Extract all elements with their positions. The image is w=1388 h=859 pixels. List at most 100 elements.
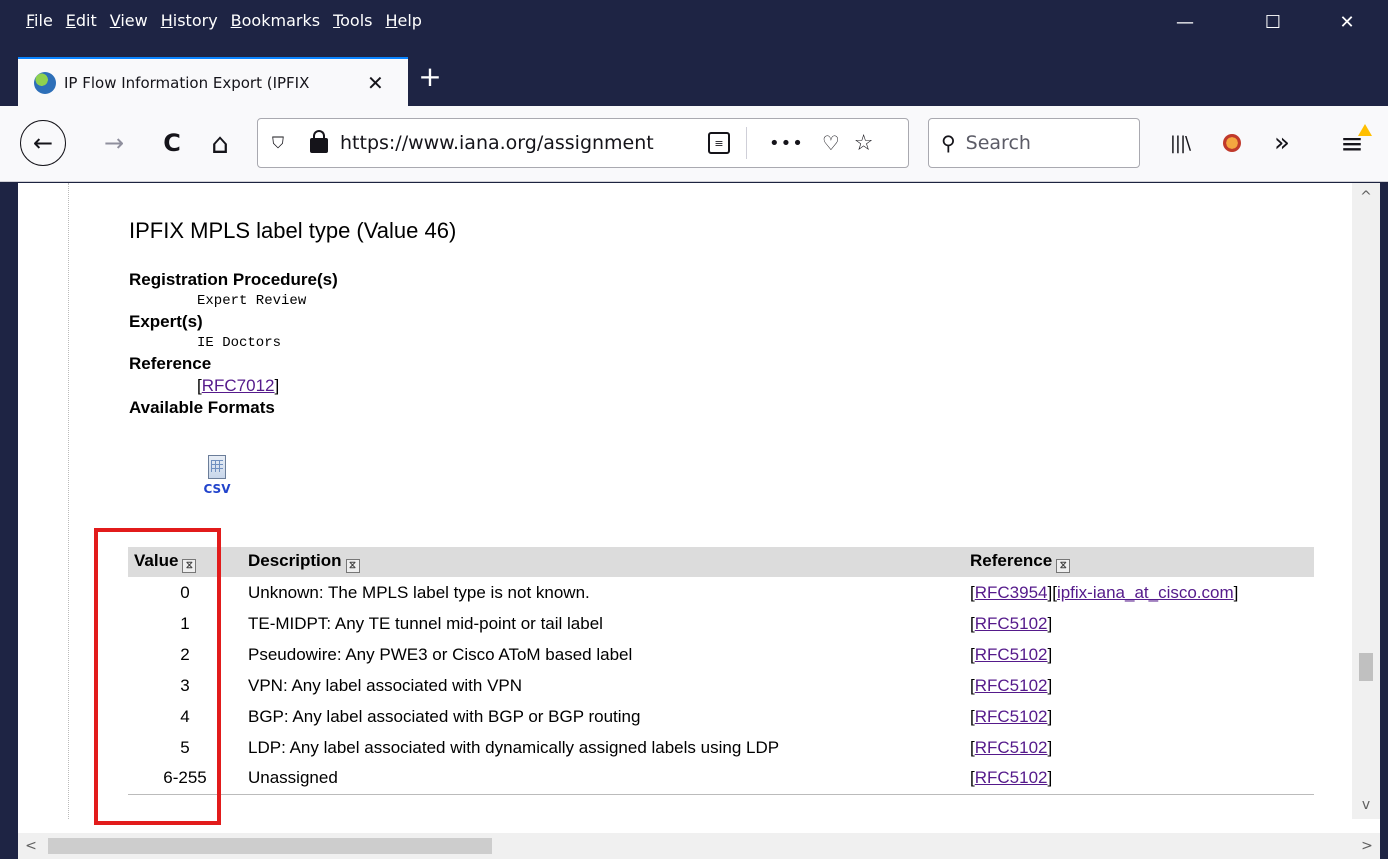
rfc-link[interactable]: RFC5102 [975, 614, 1048, 633]
menu-list: File Edit View History Bookmarks Tools H… [26, 11, 435, 30]
description-cell: VPN: Any label associated with VPN [248, 675, 523, 695]
sort-icon[interactable]: ⧖ [345, 559, 360, 573]
formats-label: Available Formats [129, 398, 275, 417]
urlbar-separator [746, 127, 747, 159]
search-placeholder: Search [965, 132, 1031, 154]
sort-icon[interactable]: ⧖ [1056, 559, 1071, 573]
bookmark-star-icon[interactable]: ☆ [854, 131, 874, 156]
experts-value: IE Doctors [197, 335, 282, 351]
contact-link[interactable]: ipfix-iana_at_cisco.com [1057, 583, 1234, 602]
reader-view-icon[interactable]: ≡ [708, 132, 730, 154]
table-row: 3 VPN: Any label associated with VPN [RF… [128, 670, 1314, 701]
table-row: 2 Pseudowire: Any PWE3 or Cisco AToM bas… [128, 639, 1314, 670]
hamburger-menu-icon[interactable]: ≡ [1330, 120, 1374, 166]
menu-file[interactable]: File [26, 11, 53, 30]
description-cell: TE-MIDPT: Any TE tunnel mid-point or tai… [248, 613, 603, 633]
reload-button[interactable]: C [152, 120, 192, 166]
reference-cell: [RFC5102] [970, 737, 1053, 757]
warning-badge-icon [1358, 124, 1372, 136]
tab-active[interactable]: IP Flow Information Export (IPFIX ✕ [18, 57, 408, 106]
rfc-link[interactable]: RFC5102 [975, 768, 1048, 787]
rfc-link[interactable]: RFC5102 [975, 738, 1048, 757]
experts-label: Expert(s) [129, 312, 203, 331]
value-column-highlight-box [94, 528, 221, 825]
menu-history[interactable]: History [161, 11, 218, 30]
spreadsheet-icon [208, 455, 226, 479]
scroll-left-icon[interactable]: < [18, 833, 44, 859]
reference-cell: [RFC5102] [970, 675, 1053, 695]
vertical-scroll-thumb[interactable] [1359, 653, 1373, 681]
forward-button[interactable]: → [94, 120, 134, 166]
table-row: 5 LDP: Any label associated with dynamic… [128, 732, 1314, 763]
csv-download-link[interactable]: CSV [203, 455, 231, 496]
library-icon[interactable]: |||\ [1160, 120, 1200, 166]
page-title: IPFIX MPLS label type (Value 46) [129, 218, 457, 243]
tab-close-icon[interactable]: ✕ [367, 71, 384, 95]
new-tab-button[interactable]: + [415, 62, 445, 92]
address-bar[interactable]: ⛉ https://www.iana.org/assignment ≡ ••• … [257, 118, 909, 168]
menu-bar: File Edit View History Bookmarks Tools H… [0, 0, 1388, 44]
page-content: IPFIX MPLS label type (Value 46) Registr… [68, 183, 1358, 819]
table-row: 6-255 Unassigned [RFC5102] [128, 763, 1314, 795]
pocket-icon[interactable]: ♡ [822, 131, 840, 155]
reference-cell: [RFC5102] [970, 644, 1053, 664]
menu-bookmarks[interactable]: Bookmarks [231, 11, 320, 30]
rfc-link[interactable]: RFC5102 [975, 645, 1048, 664]
rfc-link[interactable]: RFC3954 [975, 583, 1048, 602]
table-row: 4 BGP: Any label associated with BGP or … [128, 701, 1314, 732]
horizontal-scrollbar[interactable]: < > [18, 833, 1380, 859]
rfc-link[interactable]: RFC5102 [975, 676, 1048, 695]
reference-cell: [RFC3954][ipfix-iana_at_cisco.com] [970, 582, 1239, 602]
menu-help[interactable]: Help [385, 11, 421, 30]
scroll-down-icon[interactable]: v [1352, 791, 1380, 819]
url-text[interactable]: https://www.iana.org/assignment [340, 132, 698, 154]
search-bar[interactable]: ⚲ Search [928, 118, 1140, 168]
tab-strip: IP Flow Information Export (IPFIX ✕ [0, 44, 1388, 106]
page-actions-icon[interactable]: ••• [769, 133, 804, 154]
rfc7012-link[interactable]: RFC7012 [202, 376, 275, 395]
table-row: 1 TE-MIDPT: Any TE tunnel mid-point or t… [128, 608, 1314, 639]
description-header-label: Description [248, 551, 342, 570]
registration-value: Expert Review [197, 293, 307, 309]
home-button[interactable]: ⌂ [200, 120, 240, 166]
search-icon: ⚲ [941, 131, 956, 155]
reference-value: [RFC7012] [197, 375, 338, 397]
reference-cell: [RFC5102] [970, 613, 1053, 633]
reference-cell: [RFC5102] [970, 706, 1053, 726]
back-button[interactable]: ← [20, 120, 66, 166]
table-header-row: Value ⧖ Description ⧖ Reference ⧖ [128, 547, 1314, 577]
bracket-close: ] [274, 376, 280, 395]
menu-edit[interactable]: Edit [66, 11, 97, 30]
scroll-right-icon[interactable]: > [1354, 833, 1380, 859]
menu-tools[interactable]: Tools [333, 11, 372, 30]
reference-column-header[interactable]: Reference ⧖ [964, 547, 1314, 577]
close-window-button[interactable]: ✕ [1318, 0, 1376, 44]
maximize-button[interactable]: ☐ [1244, 0, 1302, 44]
globe-favicon-icon [34, 71, 56, 94]
vertical-scrollbar[interactable]: ^ v [1352, 183, 1380, 819]
mpls-label-type-table: Value ⧖ Description ⧖ Reference ⧖ 0 Unknown… [128, 547, 1314, 795]
horizontal-scroll-thumb[interactable] [48, 838, 492, 854]
tracking-shield-icon[interactable]: ⛉ [272, 133, 290, 153]
rfc-link[interactable]: RFC5102 [975, 707, 1048, 726]
extension-icon[interactable] [1212, 120, 1252, 166]
registration-label: Registration Procedure(s) [129, 270, 338, 289]
registry-info: Registration Procedure(s) Expert Review … [129, 269, 338, 419]
overflow-menu-icon[interactable]: » [1262, 120, 1302, 166]
menu-view[interactable]: View [110, 11, 148, 30]
description-cell: BGP: Any label associated with BGP or BG… [248, 706, 641, 726]
description-column-header[interactable]: Description ⧖ [242, 547, 964, 577]
lock-icon[interactable] [310, 129, 328, 153]
reference-cell: [RFC5102] [964, 763, 1314, 795]
csv-label: CSV [203, 482, 231, 496]
nav-toolbar: ← → C ⌂ ⛉ https://www.iana.org/assignmen… [0, 106, 1388, 182]
scroll-up-icon[interactable]: ^ [1352, 183, 1380, 211]
reference-label: Reference [129, 354, 212, 373]
table-row: 0 Unknown: The MPLS label type is not kn… [128, 577, 1314, 608]
description-cell: Unassigned [242, 763, 964, 795]
description-cell: Unknown: The MPLS label type is not know… [248, 582, 590, 602]
description-cell: LDP: Any label associated with dynamical… [248, 737, 780, 757]
tab-title: IP Flow Information Export (IPFIX [64, 73, 310, 92]
minimize-button[interactable]: — [1156, 0, 1214, 44]
reference-header-label: Reference [970, 551, 1053, 570]
